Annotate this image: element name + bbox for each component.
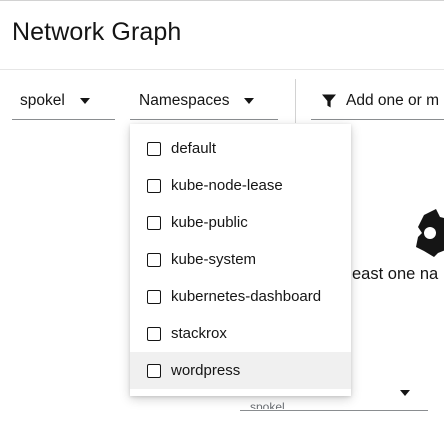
- checkbox[interactable]: [147, 363, 161, 378]
- toolbar-divider: [295, 79, 296, 123]
- namespace-option-kubernetes-dashboard[interactable]: kubernetes-dashboard: [130, 278, 351, 315]
- namespace-option-kube-node-lease[interactable]: kube-node-lease: [130, 167, 351, 204]
- namespace-option-wordpress[interactable]: wordpress: [130, 352, 351, 389]
- cluster-select-value: spokel: [20, 92, 65, 109]
- namespace-option-label: kube-system: [171, 251, 257, 268]
- namespaces-dropdown-menu: default kube-node-lease kube-public kube…: [130, 124, 351, 396]
- namespace-option-label: kube-public: [171, 214, 248, 231]
- network-gear-icon: [416, 209, 444, 257]
- namespace-option-default[interactable]: default: [130, 130, 351, 167]
- namespace-option-label: kube-node-lease: [171, 177, 283, 194]
- namespaces-select-label: Namespaces: [139, 92, 230, 109]
- page-header: Network Graph: [0, 0, 444, 70]
- checkbox[interactable]: [147, 141, 161, 156]
- namespace-option-label: kubernetes-dashboard: [171, 288, 322, 305]
- filter-placeholder: Add one or m: [346, 92, 440, 109]
- namespace-option-kube-system[interactable]: kube-system: [130, 241, 351, 278]
- filter-icon: [322, 94, 336, 108]
- namespace-option-stackrox[interactable]: stackrox: [130, 315, 351, 352]
- page-title: Network Graph: [12, 18, 182, 46]
- cluster-select[interactable]: spokel: [12, 83, 115, 120]
- empty-state-text: east one na: [352, 265, 439, 283]
- namespace-option-label: stackrox: [171, 325, 227, 342]
- namespaces-select[interactable]: Namespaces: [130, 83, 278, 120]
- filter-search-input[interactable]: Add one or m: [311, 83, 444, 120]
- namespace-option-label: wordpress: [171, 362, 241, 379]
- namespace-option-kube-public[interactable]: kube-public: [130, 204, 351, 241]
- checkbox[interactable]: [147, 178, 161, 193]
- toolbar: spokel Namespaces Add one or m: [0, 71, 444, 131]
- caret-down-icon: [79, 98, 90, 104]
- caret-down-icon: [400, 390, 410, 396]
- checkbox[interactable]: [147, 326, 161, 341]
- caret-down-icon: [244, 98, 255, 104]
- checkbox[interactable]: [147, 289, 161, 304]
- checkbox[interactable]: [147, 252, 161, 267]
- namespace-option-label: default: [171, 140, 217, 157]
- empty-state-cluster-value: spokel: [250, 401, 285, 409]
- checkbox[interactable]: [147, 215, 161, 230]
